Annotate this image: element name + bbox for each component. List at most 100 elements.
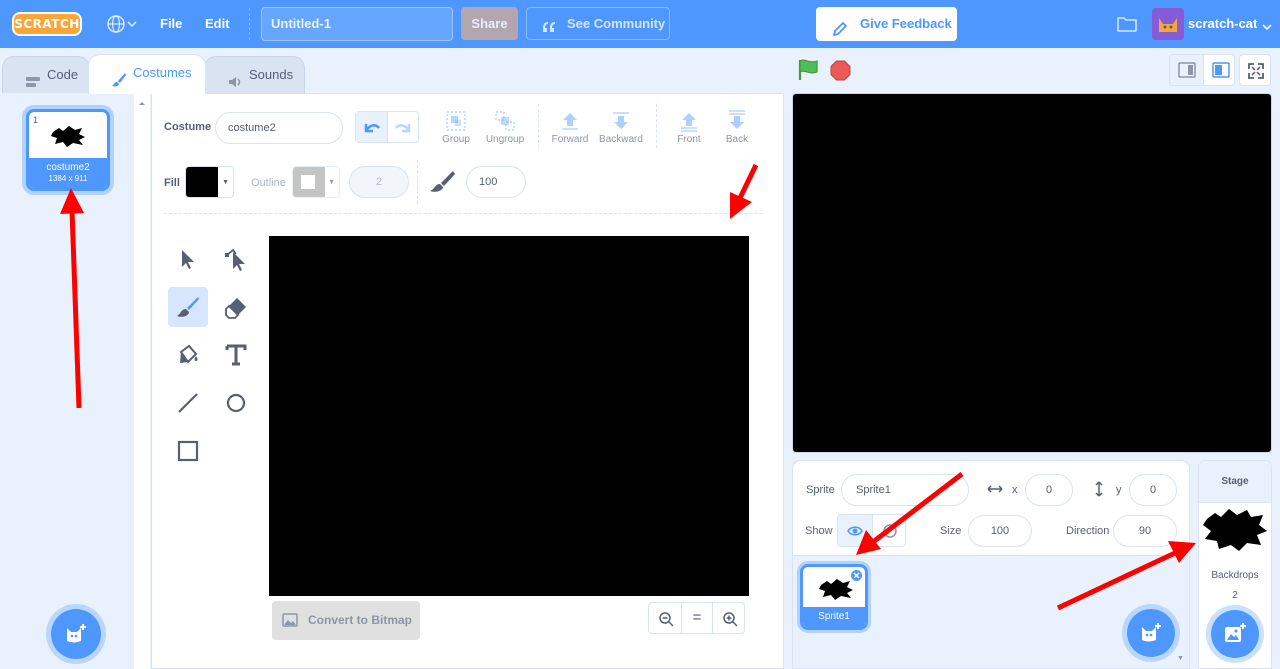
- username-label[interactable]: scratch-cat: [1188, 0, 1257, 48]
- text-tool[interactable]: [216, 335, 256, 375]
- fill-tool[interactable]: [168, 335, 208, 375]
- front-button[interactable]: Front: [670, 110, 708, 145]
- scroll-down-icon[interactable]: ▼: [1177, 655, 1184, 662]
- toolbar-divider: [656, 104, 657, 148]
- brush-tool[interactable]: [168, 287, 208, 327]
- bitmap-icon: [282, 613, 298, 627]
- rectangle-icon: [177, 440, 199, 462]
- back-button[interactable]: Back: [720, 110, 754, 145]
- show-label: Show: [805, 525, 833, 537]
- delete-sprite-button[interactable]: [850, 569, 863, 582]
- circle-tool[interactable]: [216, 383, 256, 423]
- outline-width-input[interactable]: 2: [349, 166, 409, 198]
- group-button[interactable]: Group: [440, 110, 472, 145]
- select-tool[interactable]: [168, 239, 208, 279]
- fullscreen-button[interactable]: [1239, 54, 1271, 86]
- rectangle-tool[interactable]: [168, 431, 208, 471]
- chevron-down-icon[interactable]: [1262, 20, 1272, 31]
- show-hidden-button[interactable]: [872, 515, 905, 546]
- direction-label: Direction: [1066, 525, 1110, 537]
- add-costume-button[interactable]: [51, 609, 101, 659]
- outline-color-picker[interactable]: ▼: [292, 166, 340, 198]
- costume-item[interactable]: 1 costume2 1384 x 911: [26, 109, 110, 191]
- costume-name-input[interactable]: costume2: [215, 112, 343, 144]
- y-input[interactable]: 0: [1129, 474, 1177, 506]
- project-title-input[interactable]: Untitled-1: [261, 7, 453, 41]
- sprite-name: Sprite1: [803, 607, 865, 627]
- undo-button[interactable]: [356, 112, 388, 142]
- file-menu[interactable]: File: [160, 0, 182, 48]
- zoom-in-icon: [723, 612, 738, 627]
- language-globe-icon[interactable]: [106, 13, 138, 35]
- toolbar-divider: [538, 104, 539, 148]
- scratch-logo[interactable]: SCRATCH: [12, 12, 82, 36]
- brush-icon: [177, 297, 199, 317]
- convert-to-bitmap-button[interactable]: Convert to Bitmap: [272, 601, 420, 640]
- edit-menu[interactable]: Edit: [205, 0, 230, 48]
- stage-size-toggle: [1169, 54, 1235, 86]
- paint-canvas[interactable]: [269, 236, 749, 596]
- direction-input[interactable]: 90: [1113, 515, 1177, 547]
- my-stuff-folder-icon[interactable]: [1116, 14, 1138, 34]
- tab-costumes-label: Costumes: [133, 65, 192, 80]
- ungroup-button[interactable]: Ungroup: [485, 110, 525, 145]
- size-input[interactable]: 100: [968, 515, 1032, 547]
- share-button[interactable]: Share: [461, 7, 518, 40]
- eye-icon: [847, 526, 863, 536]
- zoom-out-button[interactable]: [649, 603, 681, 633]
- stop-icon[interactable]: [830, 60, 851, 81]
- sprite-thumbnail: [819, 579, 853, 600]
- add-backdrop-button[interactable]: [1211, 610, 1259, 658]
- brush-icon: [111, 66, 127, 87]
- group-icon: [446, 111, 466, 131]
- avatar[interactable]: [1152, 8, 1184, 40]
- bring-to-front-icon: [681, 113, 697, 132]
- small-stage-button[interactable]: [1170, 55, 1203, 85]
- sprite-name-input[interactable]: Sprite1: [841, 474, 969, 506]
- add-sprite-button[interactable]: [1127, 609, 1175, 657]
- line-tool[interactable]: [168, 383, 208, 423]
- fill-color-swatch: [186, 167, 218, 197]
- forward-button[interactable]: Forward: [548, 110, 592, 145]
- convert-to-bitmap-label: Convert to Bitmap: [308, 613, 413, 627]
- zoom-in-button[interactable]: [713, 603, 745, 633]
- zoom-controls: =: [648, 602, 745, 634]
- brush-size-icon: [428, 168, 456, 196]
- see-community-button[interactable]: See Community: [526, 7, 670, 40]
- redo-button[interactable]: [388, 112, 419, 142]
- brush-size-input[interactable]: 100: [466, 166, 526, 198]
- pencil-icon: [832, 16, 848, 36]
- zoom-out-icon: [659, 612, 674, 627]
- forward-label: Forward: [551, 134, 589, 145]
- text-icon: [225, 344, 247, 366]
- sprite-name-label: Sprite: [806, 484, 835, 496]
- group-label: Group: [442, 134, 470, 145]
- large-stage-button[interactable]: [1203, 55, 1234, 85]
- tab-sounds[interactable]: Sounds: [204, 56, 305, 93]
- give-feedback-button[interactable]: Give Feedback: [816, 7, 957, 41]
- tab-costumes[interactable]: Costumes: [88, 54, 206, 94]
- green-flag-icon[interactable]: [796, 58, 820, 82]
- zoom-reset-button[interactable]: =: [681, 603, 713, 633]
- tab-code-label: Code: [47, 67, 79, 82]
- costume-list-scrollbar[interactable]: [134, 93, 150, 669]
- eraser-tool[interactable]: [216, 287, 256, 327]
- fullscreen-icon: [1248, 63, 1264, 79]
- fill-color-picker[interactable]: ▼: [185, 166, 234, 198]
- line-icon: [178, 393, 198, 413]
- show-visible-button[interactable]: [838, 515, 872, 546]
- tab-code[interactable]: Code: [2, 56, 90, 93]
- reshape-tool[interactable]: [216, 239, 256, 279]
- tab-sounds-label: Sounds: [249, 67, 294, 82]
- ungroup-label: Ungroup: [485, 134, 525, 145]
- costume-number: 1: [33, 115, 39, 125]
- costume-thumbnail: [51, 126, 85, 147]
- arrow-up-icon: [562, 113, 578, 130]
- backward-button[interactable]: Backward: [597, 110, 645, 145]
- toolbar-divider: [164, 213, 762, 214]
- outline-color-swatch: [293, 167, 325, 197]
- image-plus-icon: [1225, 623, 1246, 642]
- x-input[interactable]: 0: [1025, 474, 1073, 506]
- stage-canvas[interactable]: [792, 93, 1272, 453]
- small-stage-icon: [1178, 62, 1196, 78]
